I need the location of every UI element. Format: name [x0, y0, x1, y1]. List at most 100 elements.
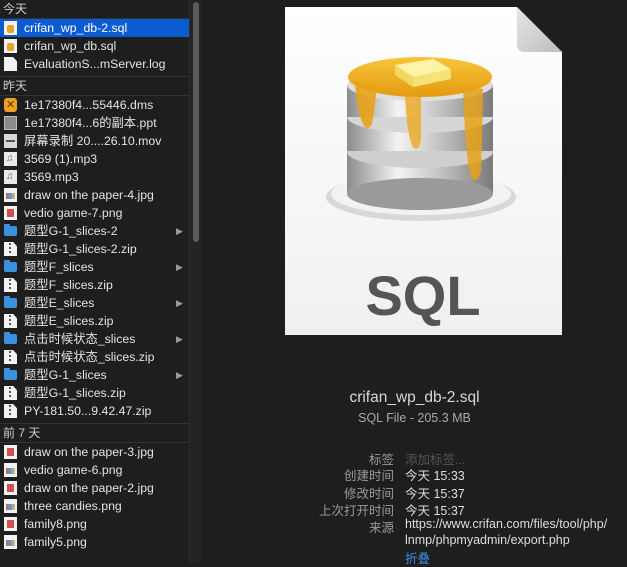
file-label: draw on the paper-2.jpg	[24, 481, 154, 495]
disclosure-arrow-icon[interactable]: ▶	[176, 366, 183, 384]
section-header: 昨天	[0, 76, 189, 96]
file-row[interactable]: 点击时候状态_slices.zip	[0, 348, 189, 366]
file-label: 屏幕录制 20....26.10.mov	[24, 134, 162, 148]
sql-file-icon	[4, 39, 17, 53]
image-file-icon	[4, 463, 17, 477]
file-row[interactable]: 1e17380f4...55446.dms	[0, 96, 189, 114]
image-file-icon	[4, 481, 17, 495]
file-label: PY-181.50...9.42.47.zip	[24, 404, 152, 418]
image-file-icon	[4, 499, 17, 513]
disclosure-arrow-icon[interactable]: ▶	[176, 330, 183, 348]
image-file-icon	[4, 445, 17, 459]
file-kind-size: SQL File - 205.3 MB	[358, 411, 471, 425]
folder-icon	[4, 332, 17, 344]
image-file-icon	[4, 517, 17, 531]
file-row[interactable]: EvaluationS...mServer.log	[0, 55, 189, 73]
disclosure-arrow-icon[interactable]: ▶	[176, 222, 183, 240]
file-row[interactable]: 3569 (1).mp3	[0, 150, 189, 168]
section-header: 前 7 天	[0, 423, 189, 443]
folder-row[interactable]: 题型E_slices ▶	[0, 294, 189, 312]
disclosure-arrow-icon[interactable]: ▶	[176, 258, 183, 276]
file-label: vedio game-7.png	[24, 206, 123, 220]
zip-file-icon	[4, 242, 17, 256]
folder-icon	[4, 296, 17, 308]
file-row[interactable]: PY-181.50...9.42.47.zip	[0, 402, 189, 420]
file-label: 点击时候状态_slices	[24, 332, 136, 346]
file-label: 题型G-1_slices	[24, 368, 107, 382]
sql-file-preview-icon: SQL	[285, 7, 562, 335]
detail-label: 创建时间	[343, 469, 394, 483]
file-row[interactable]: family5.png	[0, 533, 189, 551]
file-label: 题型F_slices.zip	[24, 278, 113, 292]
file-label: EvaluationS...mServer.log	[24, 57, 166, 71]
file-row[interactable]: vedio game-7.png	[0, 204, 189, 222]
section-header: 今天	[0, 0, 189, 19]
file-row[interactable]: crifan_wp_db-2.sql	[0, 19, 189, 37]
source-url-line: https://www.crifan.com/files/tool/php/	[405, 517, 608, 531]
preview-pane: SQL crifan_wp_db-2.sql SQL File - 205.3 …	[202, 0, 627, 566]
svg-text:SQL: SQL	[365, 264, 480, 327]
file-label: 题型G-1_slices-2.zip	[24, 242, 137, 256]
folder-icon	[4, 224, 17, 236]
zip-file-icon	[4, 314, 17, 328]
file-label: vedio game-6.png	[24, 463, 123, 477]
file-row[interactable]: 题型F_slices.zip	[0, 276, 189, 294]
folder-row[interactable]: 题型G-1_slices-2 ▶	[0, 222, 189, 240]
file-label: family8.png	[24, 517, 87, 531]
file-label: 3569 (1).mp3	[24, 152, 98, 166]
scrollbar-thumb[interactable]	[193, 2, 199, 242]
file-row[interactable]: 1e17380f4...6的副本.ppt	[0, 114, 189, 132]
zip-file-icon	[4, 350, 17, 364]
scrollbar[interactable]	[189, 0, 202, 563]
file-label: 1e17380f4...55446.dms	[24, 98, 154, 112]
document-icon	[4, 57, 17, 71]
file-name: crifan_wp_db-2.sql	[349, 389, 480, 406]
folder-icon	[4, 260, 17, 272]
file-row[interactable]: draw on the paper-3.jpg	[0, 443, 189, 461]
folder-row[interactable]: 题型G-1_slices ▶	[0, 366, 189, 384]
file-row[interactable]: family8.png	[0, 515, 189, 533]
file-row[interactable]: crifan_wp_db.sql	[0, 37, 189, 55]
image-file-icon	[4, 535, 17, 549]
sql-file-icon	[4, 21, 17, 35]
detail-value: 今天 15:33	[405, 469, 465, 483]
file-row[interactable]: vedio game-6.png	[0, 461, 189, 479]
folder-row[interactable]: 题型F_slices ▶	[0, 258, 189, 276]
image-file-icon	[4, 188, 17, 202]
disclosure-arrow-icon[interactable]: ▶	[176, 294, 183, 312]
zip-file-icon	[4, 404, 17, 418]
file-row[interactable]: draw on the paper-2.jpg	[0, 479, 189, 497]
audio-file-icon	[4, 150, 17, 168]
file-row[interactable]: 题型E_slices.zip	[0, 312, 189, 330]
file-label: crifan_wp_db.sql	[24, 39, 117, 53]
file-row[interactable]: 题型G-1_slices-2.zip	[0, 240, 189, 258]
file-row[interactable]: draw on the paper-4.jpg	[0, 186, 189, 204]
movie-file-icon	[4, 134, 17, 148]
collapse-link[interactable]: 折叠	[405, 548, 430, 567]
image-file-icon	[4, 206, 17, 220]
file-label: 1e17380f4...6的副本.ppt	[24, 116, 157, 130]
file-row[interactable]: three candies.png	[0, 497, 189, 515]
recent-files-list: 今天 crifan_wp_db-2.sql crifan_wp_db.sql Eval…	[0, 0, 189, 563]
file-label: crifan_wp_db-2.sql	[24, 21, 128, 35]
file-label: 题型G-1_slices-2	[24, 224, 118, 238]
file-row[interactable]: 题型G-1_slices.zip	[0, 384, 189, 402]
file-label: three candies.png	[24, 499, 122, 513]
file-label: 题型G-1_slices.zip	[24, 386, 126, 400]
folder-row[interactable]: 点击时候状态_slices ▶	[0, 330, 189, 348]
folder-icon	[4, 368, 17, 380]
zip-file-icon	[4, 278, 17, 292]
source-url-line: lnmp/phpmyadmin/export.php	[405, 533, 570, 547]
file-label: 点击时候状态_slices.zip	[24, 350, 155, 364]
dms-file-icon	[4, 96, 17, 114]
ppt-file-icon	[4, 116, 17, 130]
file-label: 3569.mp3	[24, 170, 79, 184]
file-row[interactable]: 3569.mp3	[0, 168, 189, 186]
file-row[interactable]: 屏幕录制 20....26.10.mov	[0, 132, 189, 150]
file-label: 题型F_slices	[24, 260, 94, 274]
file-label: 题型E_slices.zip	[24, 314, 114, 328]
file-label: draw on the paper-3.jpg	[24, 445, 154, 459]
audio-file-icon	[4, 168, 17, 186]
file-label: 题型E_slices	[24, 296, 95, 310]
file-label: family5.png	[24, 535, 87, 549]
